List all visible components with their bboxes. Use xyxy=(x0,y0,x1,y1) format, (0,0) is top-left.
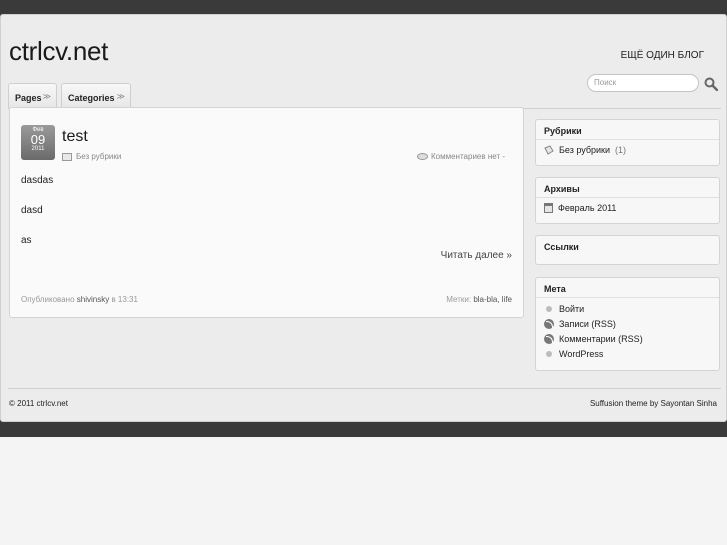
page-wrapper: ctrlcv.net ЕЩЁ ОДИН БЛОГ Pages ≫ Categor… xyxy=(0,14,727,422)
nav-tab-label: Categories xyxy=(68,93,115,103)
meta-item-login[interactable]: Войти xyxy=(536,301,719,316)
post-date-badge: Фев 09 2011 xyxy=(21,125,55,160)
chevron-down-icon: ≫ xyxy=(116,92,125,101)
post-paragraph: as xyxy=(21,235,32,246)
post-card: Фев 09 2011 test Без рубрики Комментарие… xyxy=(9,107,524,318)
post-paragraph: dasd xyxy=(21,205,43,216)
comments-link[interactable]: Комментариев нет - xyxy=(431,152,505,161)
byline-time: в 13:31 xyxy=(111,295,138,304)
widget-links: Ссылки xyxy=(535,235,720,265)
category-icon xyxy=(544,144,554,155)
search-icon[interactable] xyxy=(704,77,718,91)
tags-prefix: Метки: xyxy=(446,295,472,304)
archive-item[interactable]: Февраль 2011 xyxy=(536,200,719,215)
footer-divider xyxy=(8,388,721,389)
site-title[interactable]: ctrlcv.net xyxy=(9,36,108,67)
meta-label: Комментарии (RSS) xyxy=(559,333,643,344)
nav-tab-pages[interactable]: Pages ≫ xyxy=(8,83,57,109)
post-comments: Комментариев нет - xyxy=(417,152,505,161)
calendar-icon xyxy=(544,202,553,213)
meta-label: Войти xyxy=(559,303,585,314)
category-item[interactable]: Без рубрики (1) xyxy=(536,142,719,157)
meta-label: Записи (RSS) xyxy=(559,318,616,329)
rss-icon xyxy=(544,333,554,344)
post-byline: Опубликовано shivinsky в 13:31 xyxy=(21,295,138,304)
byline-prefix: Опубликовано xyxy=(21,295,75,304)
widget-title: Мета xyxy=(536,278,719,298)
author-link[interactable]: shivinsky xyxy=(77,295,109,304)
nav-tab-categories[interactable]: Categories ≫ xyxy=(61,83,131,109)
meta-item-entries-rss[interactable]: Записи (RSS) xyxy=(536,316,719,331)
bullet-icon xyxy=(546,305,552,312)
post-tags: Метки: bla-bla, life xyxy=(446,295,512,304)
nav-tab-label: Pages xyxy=(15,93,42,103)
category-count: (1) xyxy=(615,144,626,155)
widget-meta: Мета Войти Записи (RSS) Комментарии (RSS… xyxy=(535,277,720,371)
comment-icon xyxy=(417,152,428,160)
post-paragraph: dasdas xyxy=(21,175,54,186)
post-title[interactable]: test xyxy=(62,128,88,146)
date-day: 09 xyxy=(30,132,46,147)
bullet-icon xyxy=(546,350,552,357)
folder-icon xyxy=(62,153,72,161)
footer-credit[interactable]: Suffusion theme by Sayontan Sinha xyxy=(590,399,717,408)
date-year: 2011 xyxy=(31,146,45,152)
category-label: Без рубрики xyxy=(559,144,610,155)
widget-categories: Рубрики Без рубрики (1) xyxy=(535,119,720,166)
meta-label: WordPress xyxy=(559,348,604,359)
widget-title: Ссылки xyxy=(544,242,579,252)
site-tagline: ЕЩЁ ОДИН БЛОГ xyxy=(620,50,704,61)
widget-title: Архивы xyxy=(536,178,719,198)
footer-copyright: © 2011 ctrlcv.net xyxy=(9,399,68,408)
category-link[interactable]: Без рубрики xyxy=(76,152,121,161)
chevron-down-icon: ≫ xyxy=(42,92,51,101)
meta-item-wordpress[interactable]: WordPress xyxy=(536,346,719,361)
widget-archives: Архивы Февраль 2011 xyxy=(535,177,720,224)
widget-title: Рубрики xyxy=(536,120,719,140)
read-more-link[interactable]: Читать далее » xyxy=(441,250,512,261)
rss-icon xyxy=(544,318,554,329)
archive-label: Февраль 2011 xyxy=(558,202,617,213)
tags-links[interactable]: bla-bla, life xyxy=(473,295,512,304)
search-input[interactable]: Поиск xyxy=(587,74,699,92)
meta-item-comments-rss[interactable]: Комментарии (RSS) xyxy=(536,331,719,346)
post-category: Без рубрики xyxy=(62,152,121,161)
